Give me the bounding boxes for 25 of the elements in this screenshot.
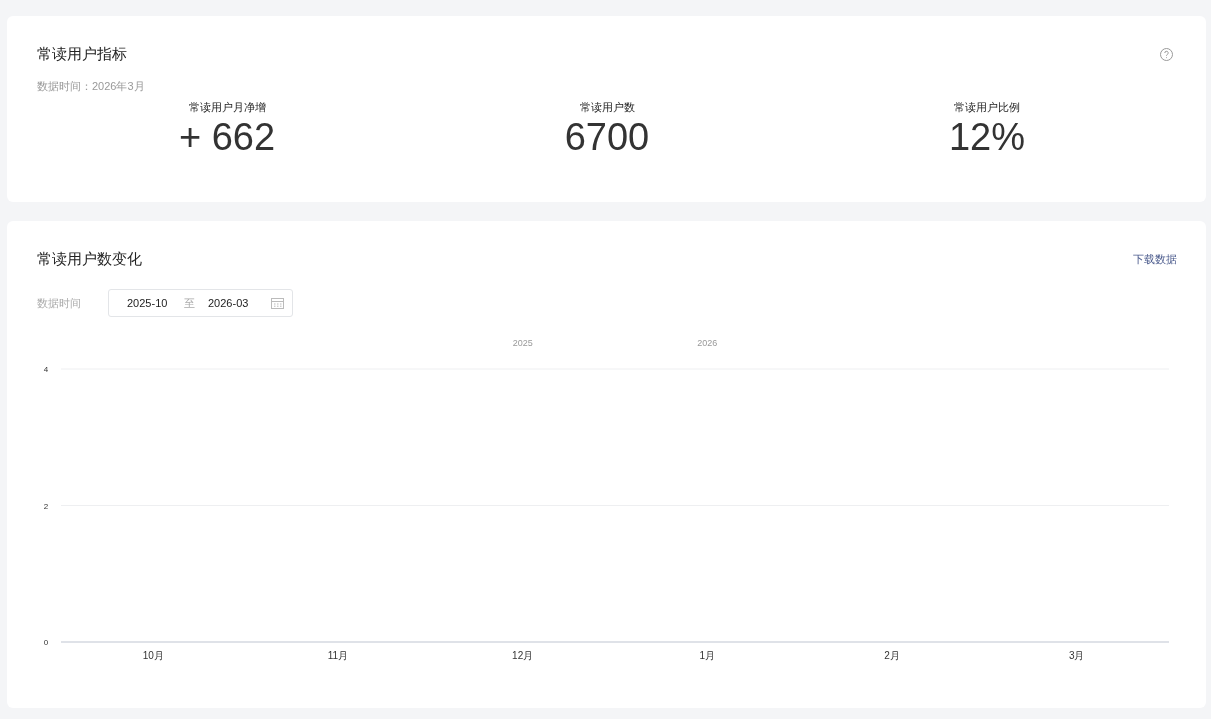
year-label: 2026: [697, 338, 718, 348]
data-time-text: 数据时间：2026年3月: [37, 79, 145, 94]
metric-value: 12%: [948, 115, 1026, 159]
year-label: 2025: [512, 338, 533, 348]
card-title: 常读用户数变化: [37, 249, 142, 269]
metric-value: 6700: [564, 115, 650, 159]
y-tick-label: 0: [43, 638, 49, 647]
x-tick-label: 2月: [884, 650, 900, 661]
date-label: 数据时间: [37, 295, 82, 311]
x-tick-label: 10月: [142, 650, 164, 661]
calendar-icon: [271, 297, 284, 309]
x-tick-label: 1月: [699, 650, 716, 661]
card-title: 常读用户指标: [37, 44, 127, 64]
metric-label: 常读用户月净增: [188, 100, 266, 115]
y-tick-label: 4: [43, 365, 49, 374]
metric-label: 常读用户比例: [954, 100, 1020, 115]
download-link[interactable]: 下载数据: [1133, 251, 1177, 267]
metric-value: + 662: [178, 115, 276, 159]
date-range-picker[interactable]: 2025-10 至 2026-03: [108, 289, 293, 317]
x-tick-label: 12月: [512, 650, 534, 661]
help-icon[interactable]: [1160, 47, 1173, 61]
y-tick-label: 2: [43, 501, 49, 511]
x-tick-label: 3月: [1068, 650, 1085, 661]
x-tick-label: 11月: [327, 650, 349, 661]
metric-label: 常读用户数: [579, 100, 635, 115]
